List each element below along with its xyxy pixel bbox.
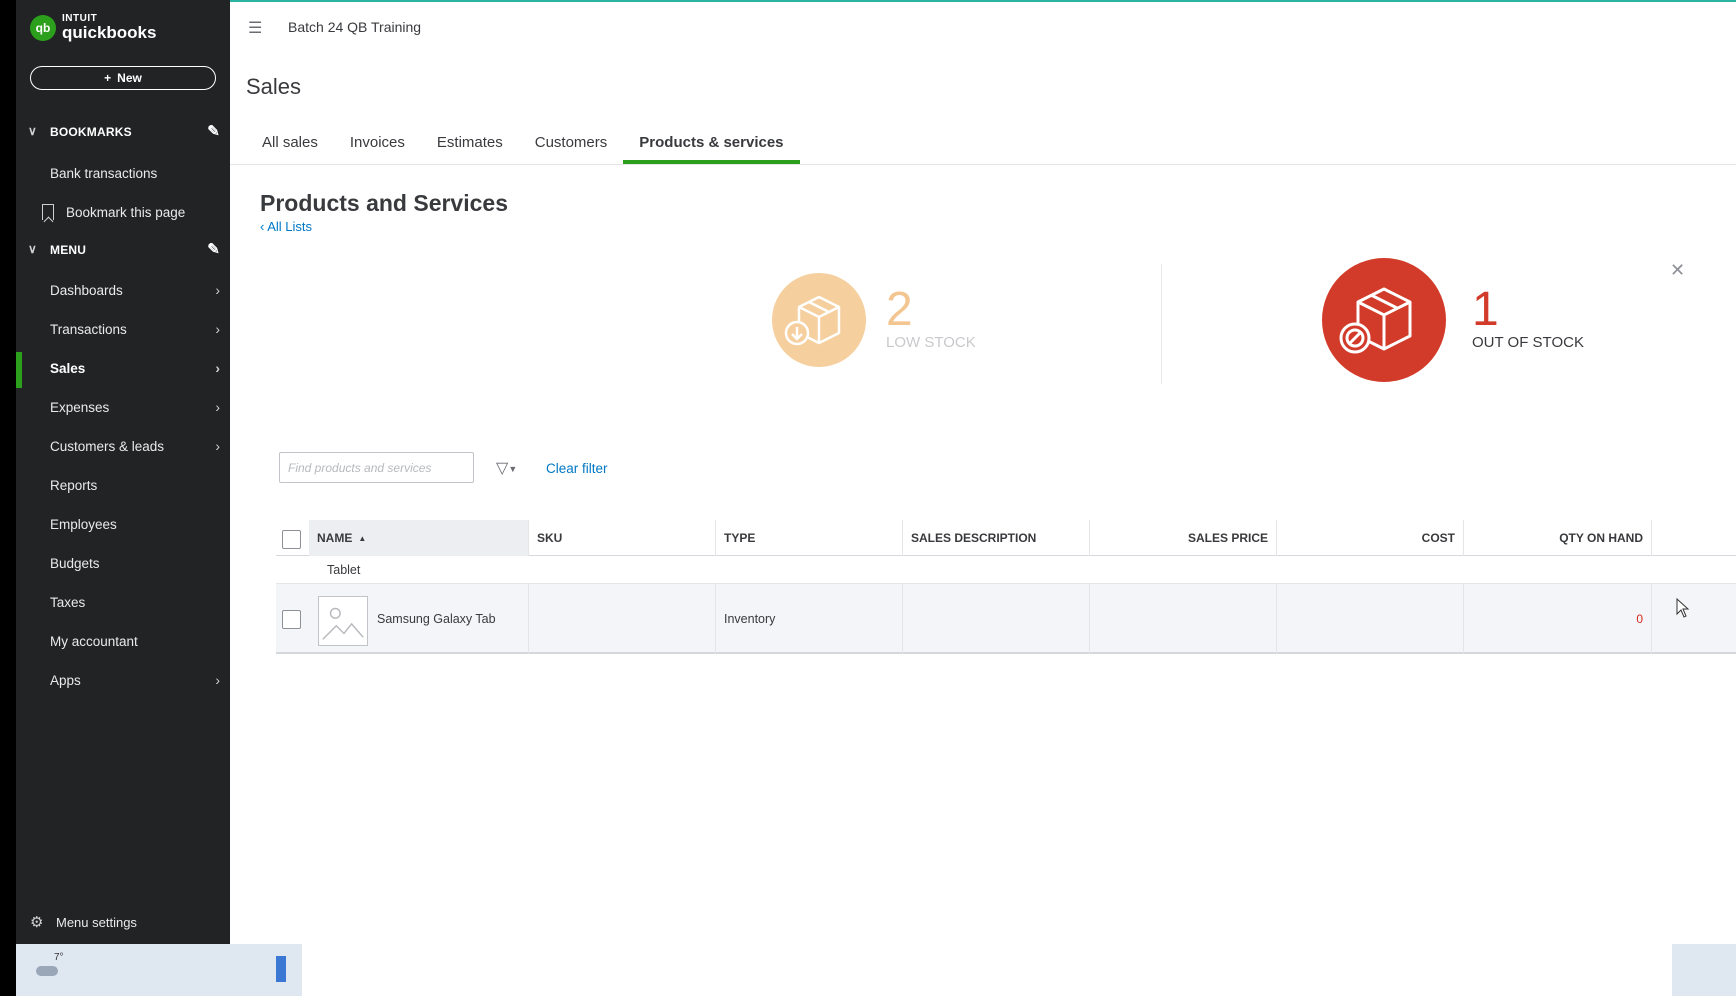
group-row: Tablet	[276, 556, 1736, 584]
table-row[interactable]: Samsung Galaxy Tab Inventory 0	[276, 584, 1736, 654]
company-name[interactable]: Batch 24 QB Training	[288, 19, 421, 35]
tab-estimates[interactable]: Estimates	[421, 126, 519, 164]
tab-invoices[interactable]: Invoices	[334, 126, 421, 164]
sidebar-item-reports[interactable]: Reports	[16, 467, 230, 503]
tab-customers[interactable]: Customers	[519, 126, 624, 164]
sidebar-item-expenses[interactable]: Expenses ›	[16, 389, 230, 425]
sidebar-item-sales[interactable]: Sales ›	[16, 350, 230, 386]
chevron-right-icon: ›	[215, 672, 220, 688]
group-label: Tablet	[327, 563, 361, 577]
cell-sales-price	[1090, 584, 1277, 654]
gear-icon: ⚙	[30, 914, 44, 931]
new-button[interactable]: + New	[30, 66, 216, 90]
plus-icon: +	[104, 71, 112, 85]
chevron-right-icon: ›	[215, 360, 220, 376]
tab-products-services[interactable]: Products & services	[623, 126, 800, 164]
sales-tabs: All sales Invoices Estimates Customers P…	[246, 126, 800, 164]
chevron-right-icon: ›	[215, 438, 220, 454]
edit-menu-icon[interactable]: ✎	[207, 240, 220, 258]
column-header-name[interactable]: NAME ▲	[309, 520, 529, 556]
chevron-down-icon: ∨	[28, 242, 37, 256]
row-checkbox[interactable]	[282, 610, 301, 629]
sidebar-item-taxes[interactable]: Taxes	[16, 584, 230, 620]
out-of-stock-icon[interactable]	[1322, 258, 1446, 382]
taskbar-app-indicator[interactable]	[276, 956, 286, 982]
sidebar-item-employees[interactable]: Employees	[16, 506, 230, 542]
low-stock-count[interactable]: 2	[886, 282, 913, 337]
out-of-stock-label[interactable]: OUT OF STOCK	[1472, 334, 1584, 351]
top-accent-line	[230, 0, 1736, 2]
select-all-checkbox[interactable]	[282, 530, 301, 549]
image-icon	[322, 607, 364, 640]
app-window: qb intuit quickbooks + New ∨ BOOKMARKS ✎…	[0, 0, 1736, 996]
hamburger-menu-icon[interactable]: ☰	[248, 18, 262, 38]
cell-name[interactable]: Samsung Galaxy Tab	[377, 584, 529, 654]
edit-bookmarks-icon[interactable]: ✎	[207, 122, 220, 140]
search-input[interactable]	[279, 452, 474, 483]
cell-cost	[1277, 584, 1464, 654]
weather-temperature: 7°	[54, 952, 64, 963]
bookmark-this-page[interactable]: Bookmark this page	[16, 194, 230, 230]
menu-section-header[interactable]: ∨ MENU ✎	[16, 236, 230, 264]
chevron-left-icon: ‹	[260, 219, 265, 234]
chevron-right-icon: ›	[215, 321, 220, 337]
tabs-divider	[230, 164, 1736, 165]
column-header-qty-on-hand[interactable]: QTY ON HAND	[1464, 520, 1652, 556]
stock-divider	[1161, 264, 1162, 384]
clear-filter-link[interactable]: Clear filter	[546, 461, 608, 476]
cell-qty-on-hand[interactable]: 0	[1464, 584, 1652, 654]
table-header: NAME ▲ SKU TYPE SALES DESCRIPTION SALES …	[276, 520, 1736, 556]
window-edge	[0, 0, 16, 996]
menu-settings[interactable]: ⚙ Menu settings	[16, 908, 230, 936]
new-button-label: New	[117, 71, 142, 85]
column-header-sales-description[interactable]: SALES DESCRIPTION	[903, 520, 1090, 556]
column-header-cost[interactable]: COST	[1277, 520, 1464, 556]
mouse-cursor-icon	[1676, 598, 1690, 618]
cell-sales-description	[903, 584, 1090, 654]
cell-sku	[529, 584, 716, 654]
sidebar: qb intuit quickbooks + New ∨ BOOKMARKS ✎…	[16, 0, 230, 944]
bookmarks-heading: BOOKMARKS	[50, 125, 132, 139]
chevron-right-icon: ›	[215, 282, 220, 298]
logo-product: quickbooks	[62, 23, 157, 42]
page-title: Sales	[246, 74, 302, 99]
sidebar-item-customers-leads[interactable]: Customers & leads ›	[16, 428, 230, 464]
product-image-placeholder[interactable]	[318, 596, 368, 646]
close-icon[interactable]: ✕	[1670, 260, 1685, 281]
out-of-stock-count[interactable]: 1	[1472, 282, 1499, 337]
sidebar-item-apps[interactable]: Apps ›	[16, 662, 230, 698]
chevron-right-icon: ›	[215, 399, 220, 415]
sidebar-item-dashboards[interactable]: Dashboards ›	[16, 272, 230, 308]
taskbar-right-area	[1672, 944, 1736, 996]
column-header-type[interactable]: TYPE	[716, 520, 903, 556]
all-lists-link[interactable]: ‹ All Lists	[260, 219, 312, 234]
taskbar: 7°	[16, 944, 302, 996]
quickbooks-logo[interactable]: qb intuit quickbooks	[30, 14, 156, 41]
column-header-sales-price[interactable]: SALES PRICE	[1090, 520, 1277, 556]
low-stock-icon[interactable]	[772, 273, 866, 367]
bookmarks-section-header[interactable]: ∨ BOOKMARKS ✎	[16, 118, 230, 146]
cloud-icon	[36, 966, 58, 976]
cell-type: Inventory	[716, 584, 903, 654]
sidebar-item-budgets[interactable]: Budgets	[16, 545, 230, 581]
column-header-sku[interactable]: SKU	[529, 520, 716, 556]
sidebar-item-my-accountant[interactable]: My accountant	[16, 623, 230, 659]
bookmark-item-bank-transactions[interactable]: Bank transactions	[16, 155, 230, 191]
products-services-title: Products and Services	[260, 190, 508, 216]
sort-ascending-icon: ▲	[358, 533, 367, 543]
low-stock-label[interactable]: LOW STOCK	[886, 334, 976, 351]
chevron-down-icon: ∨	[28, 124, 37, 138]
menu-heading: MENU	[50, 243, 87, 257]
qb-logo-icon: qb	[30, 14, 56, 41]
filter-icon[interactable]: ▽▼	[496, 458, 517, 478]
bookmark-icon	[42, 204, 54, 220]
sidebar-item-transactions[interactable]: Transactions ›	[16, 311, 230, 347]
tab-all-sales[interactable]: All sales	[246, 126, 334, 164]
